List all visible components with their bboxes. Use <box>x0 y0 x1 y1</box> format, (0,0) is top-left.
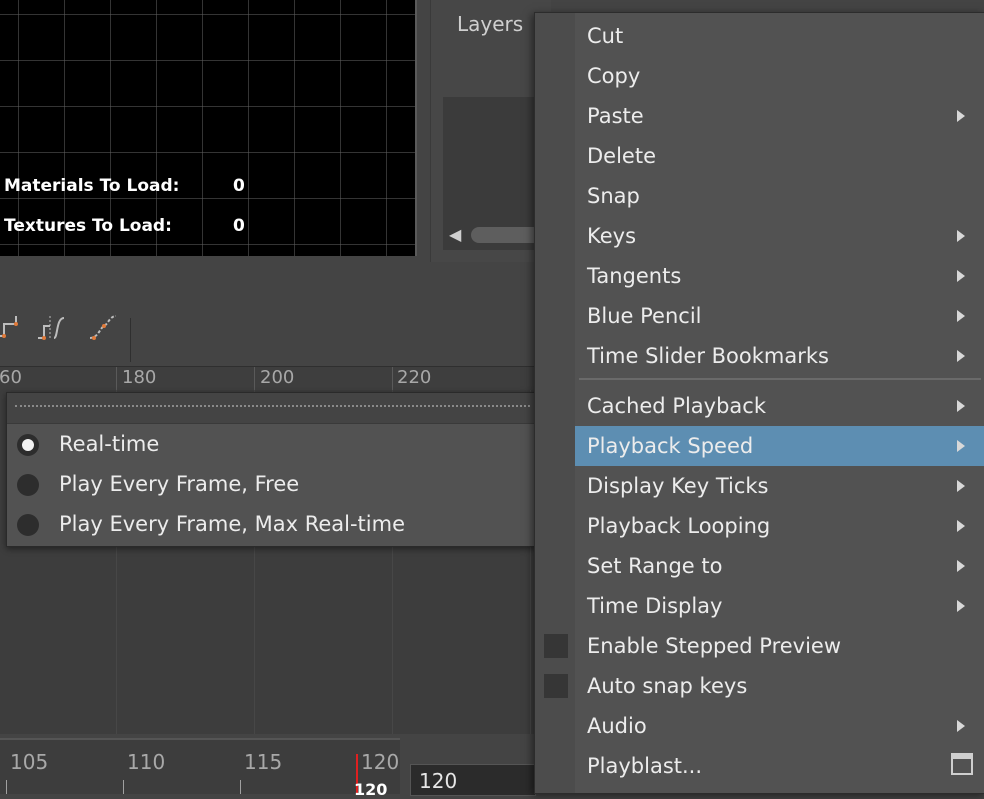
ruler-label: 180 <box>122 367 157 388</box>
stepped-next-tangent-icon[interactable] <box>36 312 66 342</box>
menu-divider <box>579 378 981 380</box>
menu-item-keys[interactable]: Keys <box>575 216 984 256</box>
menu-item-label: Cached Playback <box>587 394 767 418</box>
menu-item-playback-speed[interactable]: Playback Speed <box>575 426 984 466</box>
current-frame-value: 120 <box>419 769 458 793</box>
menu-item-label: Time Slider Bookmarks <box>587 344 829 368</box>
layers-title[interactable]: Layers <box>457 12 523 36</box>
menu-item-playblast[interactable]: Playblast... <box>575 746 984 786</box>
submenu-arrow-icon <box>957 110 965 122</box>
option-box-icon[interactable] <box>951 753 973 775</box>
submenu-arrow-icon <box>957 310 965 322</box>
ruler-tick <box>116 367 117 391</box>
menu-item-auto-snap-keys[interactable]: Auto snap keys <box>544 666 984 706</box>
submenu-item-real-time[interactable]: Real-time <box>7 425 536 465</box>
menu-item-label: Tangents <box>587 264 682 288</box>
menu-item-label: Set Range to <box>587 554 723 578</box>
submenu-arrow-icon <box>957 270 965 282</box>
submenu-arrow-icon <box>957 400 965 412</box>
submenu-arrow-icon <box>957 720 965 732</box>
current-frame-field[interactable]: 120 <box>410 764 536 796</box>
scroll-left-arrow-icon[interactable]: ◀ <box>449 225 461 244</box>
submenu-arrow-icon <box>957 230 965 242</box>
menu-item-time-display[interactable]: Time Display <box>575 586 984 626</box>
ruler-label: 200 <box>260 367 295 388</box>
menu-item-display-key-ticks[interactable]: Display Key Ticks <box>575 466 984 506</box>
menu-checkbox[interactable] <box>544 674 568 698</box>
menu-item-cached-playback[interactable]: Cached Playback <box>575 386 984 426</box>
time-slider-context-menu: Cut Copy Paste Delete Snap Keys Tangents… <box>534 12 984 794</box>
submenu-arrow-icon <box>957 480 965 492</box>
menu-item-label: Keys <box>587 224 637 248</box>
menu-item-set-range-to[interactable]: Set Range to <box>575 546 984 586</box>
menu-item-label: Copy <box>587 64 641 88</box>
menu-item-label: Enable Stepped Preview <box>587 634 842 658</box>
hud-materials-value: 0 <box>233 176 245 196</box>
menu-item-snap[interactable]: Snap <box>575 176 984 216</box>
menu-item-tangents[interactable]: Tangents <box>575 256 984 296</box>
submenu-arrow-icon <box>957 350 965 362</box>
menu-item-enable-stepped-preview[interactable]: Enable Stepped Preview <box>544 626 984 666</box>
ruler-tick <box>392 367 393 391</box>
menu-item-audio[interactable]: Audio <box>575 706 984 746</box>
menu-item-label: Paste <box>587 104 644 128</box>
submenu-tearoff-bar[interactable] <box>7 393 536 424</box>
stepped-tangent-icon[interactable] <box>0 312 24 342</box>
submenu-item-label: Play Every Frame, Max Real-time <box>59 512 405 536</box>
ruler-label: 220 <box>397 367 432 388</box>
menu-item-label: Snap <box>587 184 640 208</box>
menu-item-paste[interactable]: Paste <box>575 96 984 136</box>
menu-item-blue-pencil[interactable]: Blue Pencil <box>575 296 984 336</box>
menu-item-delete[interactable]: Delete <box>575 136 984 176</box>
menu-item-playback-looping[interactable]: Playback Looping <box>575 506 984 546</box>
menu-item-label: Cut <box>587 24 624 48</box>
radio-button[interactable] <box>17 474 39 496</box>
hud-materials-label: Materials To Load: <box>4 176 180 196</box>
submenu-arrow-icon <box>957 600 965 612</box>
menu-item-label: Delete <box>587 144 656 168</box>
radio-button[interactable] <box>17 514 39 536</box>
option-box-titlebar <box>953 755 971 759</box>
submenu-arrow-icon <box>957 440 965 452</box>
radio-button-selected[interactable] <box>17 434 39 456</box>
plateau-tangent-icon[interactable] <box>88 312 118 342</box>
menu-item-label: Blue Pencil <box>587 304 702 328</box>
tearoff-dotted-line <box>15 405 530 407</box>
radio-dot-icon <box>22 439 34 451</box>
time-slider-label: 105 <box>10 750 49 774</box>
menu-item-cut[interactable]: Cut <box>575 16 984 56</box>
menu-item-time-slider-bookmarks[interactable]: Time Slider Bookmarks <box>575 336 984 376</box>
menu-item-label: Auto snap keys <box>587 674 748 698</box>
submenu-arrow-icon <box>957 520 965 532</box>
time-slider[interactable]: 105 110 115 120 120 <box>0 738 400 799</box>
graph-editor-toolbar <box>0 290 534 368</box>
time-slider-label: 120 <box>361 750 400 774</box>
viewport-panel[interactable]: Materials To Load: 0 Textures To Load: 0 <box>0 0 417 256</box>
playhead-frame-label: 120 <box>354 780 388 799</box>
submenu-item-label: Real-time <box>59 432 160 456</box>
hud-textures-value: 0 <box>233 216 245 236</box>
submenu-item-label: Play Every Frame, Free <box>59 472 300 496</box>
toolbar-separator <box>130 318 131 362</box>
menu-item-label: Playblast... <box>587 754 703 778</box>
menu-item-copy[interactable]: Copy <box>575 56 984 96</box>
menu-checkbox[interactable] <box>544 634 568 658</box>
time-slider-label: 115 <box>244 750 283 774</box>
ruler-tick <box>254 367 255 391</box>
menu-item-label: Display Key Ticks <box>587 474 769 498</box>
menu-item-label: Playback Looping <box>587 514 771 538</box>
submenu-item-play-every-frame-max-real-time[interactable]: Play Every Frame, Max Real-time <box>7 505 536 545</box>
ruler-label: 60 <box>0 367 22 388</box>
time-slider-label: 110 <box>127 750 166 774</box>
submenu-item-play-every-frame-free[interactable]: Play Every Frame, Free <box>7 465 536 505</box>
menu-item-label: Audio <box>587 714 647 738</box>
graph-editor-ruler[interactable]: 60 180 200 220 <box>0 366 534 391</box>
menu-item-label: Playback Speed <box>587 434 754 458</box>
hud-textures-label: Textures To Load: <box>4 216 172 236</box>
playback-speed-submenu: Real-time Play Every Frame, Free Play Ev… <box>6 392 537 547</box>
layers-panel: Layers ◀ <box>430 0 561 262</box>
menu-item-label: Time Display <box>587 594 723 618</box>
submenu-arrow-icon <box>957 560 965 572</box>
